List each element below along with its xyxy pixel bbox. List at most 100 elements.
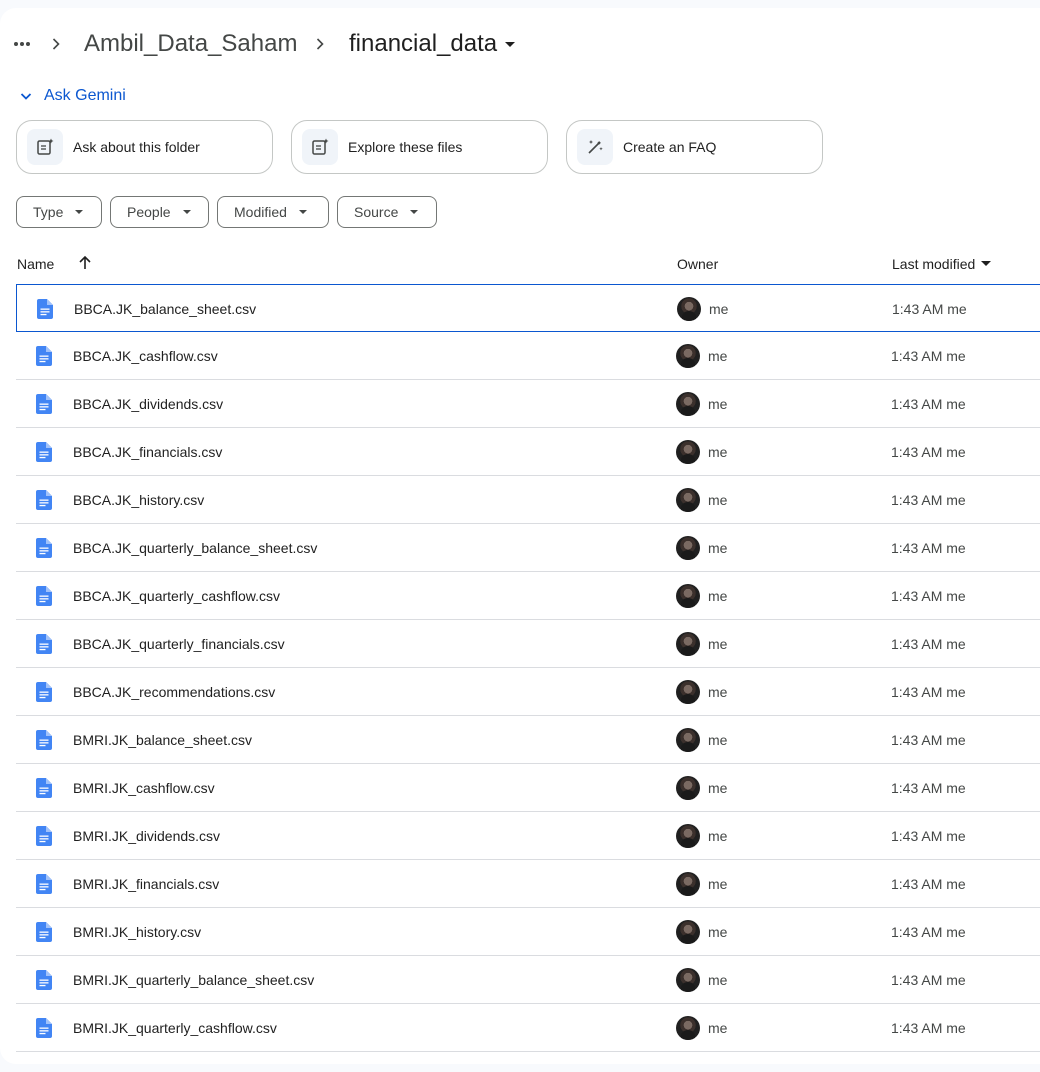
filter-label: Source: [354, 204, 399, 220]
ask-gemini-toggle[interactable]: Ask Gemini: [18, 84, 126, 108]
document-file-icon: [36, 442, 52, 462]
document-file-icon: [36, 922, 52, 942]
owner-name: me: [709, 301, 729, 317]
owner-avatar: [676, 632, 700, 656]
owner-avatar: [676, 392, 700, 416]
current-folder-title: financial_data: [349, 30, 498, 57]
ask-about-folder-chip[interactable]: Ask about this folder: [16, 120, 273, 174]
file-name: BBCA.JK_financials.csv: [73, 444, 223, 460]
explore-files-chip[interactable]: Explore these files: [291, 120, 548, 174]
chip-label: Create an FAQ: [623, 139, 717, 155]
filter-source[interactable]: Source: [337, 196, 437, 228]
caret-down-icon: [75, 210, 84, 214]
create-faq-chip[interactable]: Create an FAQ: [566, 120, 823, 174]
file-row[interactable]: BBCA.JK_quarterly_balance_sheet.csv me 1:4…: [16, 524, 1040, 572]
current-folder-menu[interactable]: financial_data: [349, 28, 516, 60]
owner-name: me: [708, 540, 728, 556]
owner-name: me: [708, 588, 728, 604]
owner-avatar: [676, 728, 700, 752]
chevron-right-icon: [316, 38, 324, 50]
caret-down-icon: [298, 210, 307, 214]
owner-name: me: [708, 780, 728, 796]
owner-name: me: [708, 348, 728, 364]
ask-gemini-label: Ask Gemini: [44, 87, 126, 104]
document-file-icon: [36, 634, 52, 654]
last-modified: 1:43 AM me: [891, 828, 966, 844]
column-header-owner: Owner: [677, 256, 719, 272]
sort-ascending-arrow-icon[interactable]: [76, 254, 94, 272]
file-row[interactable]: BMRI.JK_history.csv me 1:43 AM me: [16, 908, 1040, 956]
owner-name: me: [708, 684, 728, 700]
owner-avatar: [676, 968, 700, 992]
more-folders-button[interactable]: [8, 28, 36, 60]
file-name: BMRI.JK_quarterly_cashflow.csv: [73, 1020, 277, 1036]
last-modified: 1:43 AM me: [891, 444, 966, 460]
owner-name: me: [708, 972, 728, 988]
file-name: BMRI.JK_cashflow.csv: [73, 780, 215, 796]
owner-avatar: [676, 824, 700, 848]
last-modified-label: Last modified: [892, 256, 976, 272]
owner-name: me: [708, 828, 728, 844]
file-row[interactable]: BBCA.JK_cashflow.csv me 1:43 AM me: [16, 332, 1040, 380]
file-name: BBCA.JK_balance_sheet.csv: [74, 301, 257, 317]
file-row[interactable]: BMRI.JK_quarterly_cashflow.csv me 1:43 AM …: [16, 1004, 1040, 1052]
file-list: BBCA.JK_balance_sheet.csv me 1:43 AM me BBC…: [16, 284, 1040, 1052]
document-file-icon: [36, 778, 52, 798]
document-file-icon: [36, 490, 52, 510]
last-modified: 1:43 AM me: [891, 972, 966, 988]
file-row[interactable]: BBCA.JK_quarterly_cashflow.csv me 1:43 AM …: [16, 572, 1040, 620]
file-row[interactable]: BMRI.JK_quarterly_balance_sheet.csv me 1:4…: [16, 956, 1040, 1004]
chevron-down-icon: [20, 93, 32, 100]
filter-label: People: [127, 204, 171, 220]
file-name: BMRI.JK_balance_sheet.csv: [73, 732, 252, 748]
file-row[interactable]: BMRI.JK_balance_sheet.csv me 1:43 AM me: [16, 716, 1040, 764]
last-modified: 1:43 AM me: [891, 780, 966, 796]
file-name: BBCA.JK_quarterly_cashflow.csv: [73, 588, 280, 604]
last-modified: 1:43 AM me: [891, 636, 966, 652]
file-row[interactable]: BMRI.JK_cashflow.csv me 1:43 AM me: [16, 764, 1040, 812]
owner-avatar: [677, 297, 701, 321]
file-name: BBCA.JK_cashflow.csv: [73, 348, 218, 364]
breadcrumb-parent-folder[interactable]: Ambil_Data_Saham: [84, 28, 297, 60]
file-name: BMRI.JK_history.csv: [73, 924, 202, 940]
document-file-icon: [36, 346, 52, 366]
owner-name: me: [708, 732, 728, 748]
filter-people[interactable]: People: [110, 196, 209, 228]
column-header-name[interactable]: Name: [17, 254, 54, 274]
document-file-icon: [36, 874, 52, 894]
file-name: BBCA.JK_history.csv: [73, 492, 205, 508]
caret-down-icon: [182, 210, 191, 214]
document-file-icon: [36, 682, 52, 702]
document-file-icon: [36, 730, 52, 750]
chip-label: Explore these files: [348, 139, 463, 155]
file-row[interactable]: BBCA.JK_balance_sheet.csv me 1:43 AM me: [16, 284, 1040, 332]
owner-name: me: [708, 444, 728, 460]
file-row[interactable]: BBCA.JK_financials.csv me 1:43 AM me: [16, 428, 1040, 476]
last-modified: 1:43 AM me: [891, 924, 966, 940]
more-horiz-icon: [14, 42, 30, 46]
filter-label: Type: [33, 204, 64, 220]
file-row[interactable]: BBCA.JK_recommendations.csv me 1:43 AM me: [16, 668, 1040, 716]
file-row[interactable]: BBCA.JK_history.csv me 1:43 AM me: [16, 476, 1040, 524]
document-file-icon: [36, 826, 52, 846]
file-row[interactable]: BMRI.JK_financials.csv me 1:43 AM me: [16, 860, 1040, 908]
file-name: BBCA.JK_quarterly_balance_sheet.csv: [73, 540, 318, 556]
file-row[interactable]: BMRI.JK_dividends.csv me 1:43 AM me: [16, 812, 1040, 860]
filter-modified[interactable]: Modified: [217, 196, 329, 228]
owner-avatar: [676, 488, 700, 512]
column-header-last-modified[interactable]: Last modified: [892, 254, 992, 274]
last-modified: 1:43 AM me: [891, 588, 966, 604]
last-modified: 1:43 AM me: [891, 732, 966, 748]
caret-down-icon: [505, 41, 516, 47]
file-name: BBCA.JK_quarterly_financials.csv: [73, 636, 285, 652]
last-modified: 1:43 AM me: [891, 1020, 966, 1036]
file-row[interactable]: BBCA.JK_quarterly_financials.csv me 1:43 A…: [16, 620, 1040, 668]
file-row[interactable]: BBCA.JK_dividends.csv me 1:43 AM me: [16, 380, 1040, 428]
last-modified: 1:43 AM me: [891, 396, 966, 412]
magic-pen-icon: [577, 129, 613, 165]
document-file-icon: [36, 970, 52, 990]
filter-type[interactable]: Type: [16, 196, 102, 228]
files-sparkle-icon: [302, 129, 338, 165]
chip-label: Ask about this folder: [73, 139, 200, 155]
document-file-icon: [37, 299, 53, 319]
